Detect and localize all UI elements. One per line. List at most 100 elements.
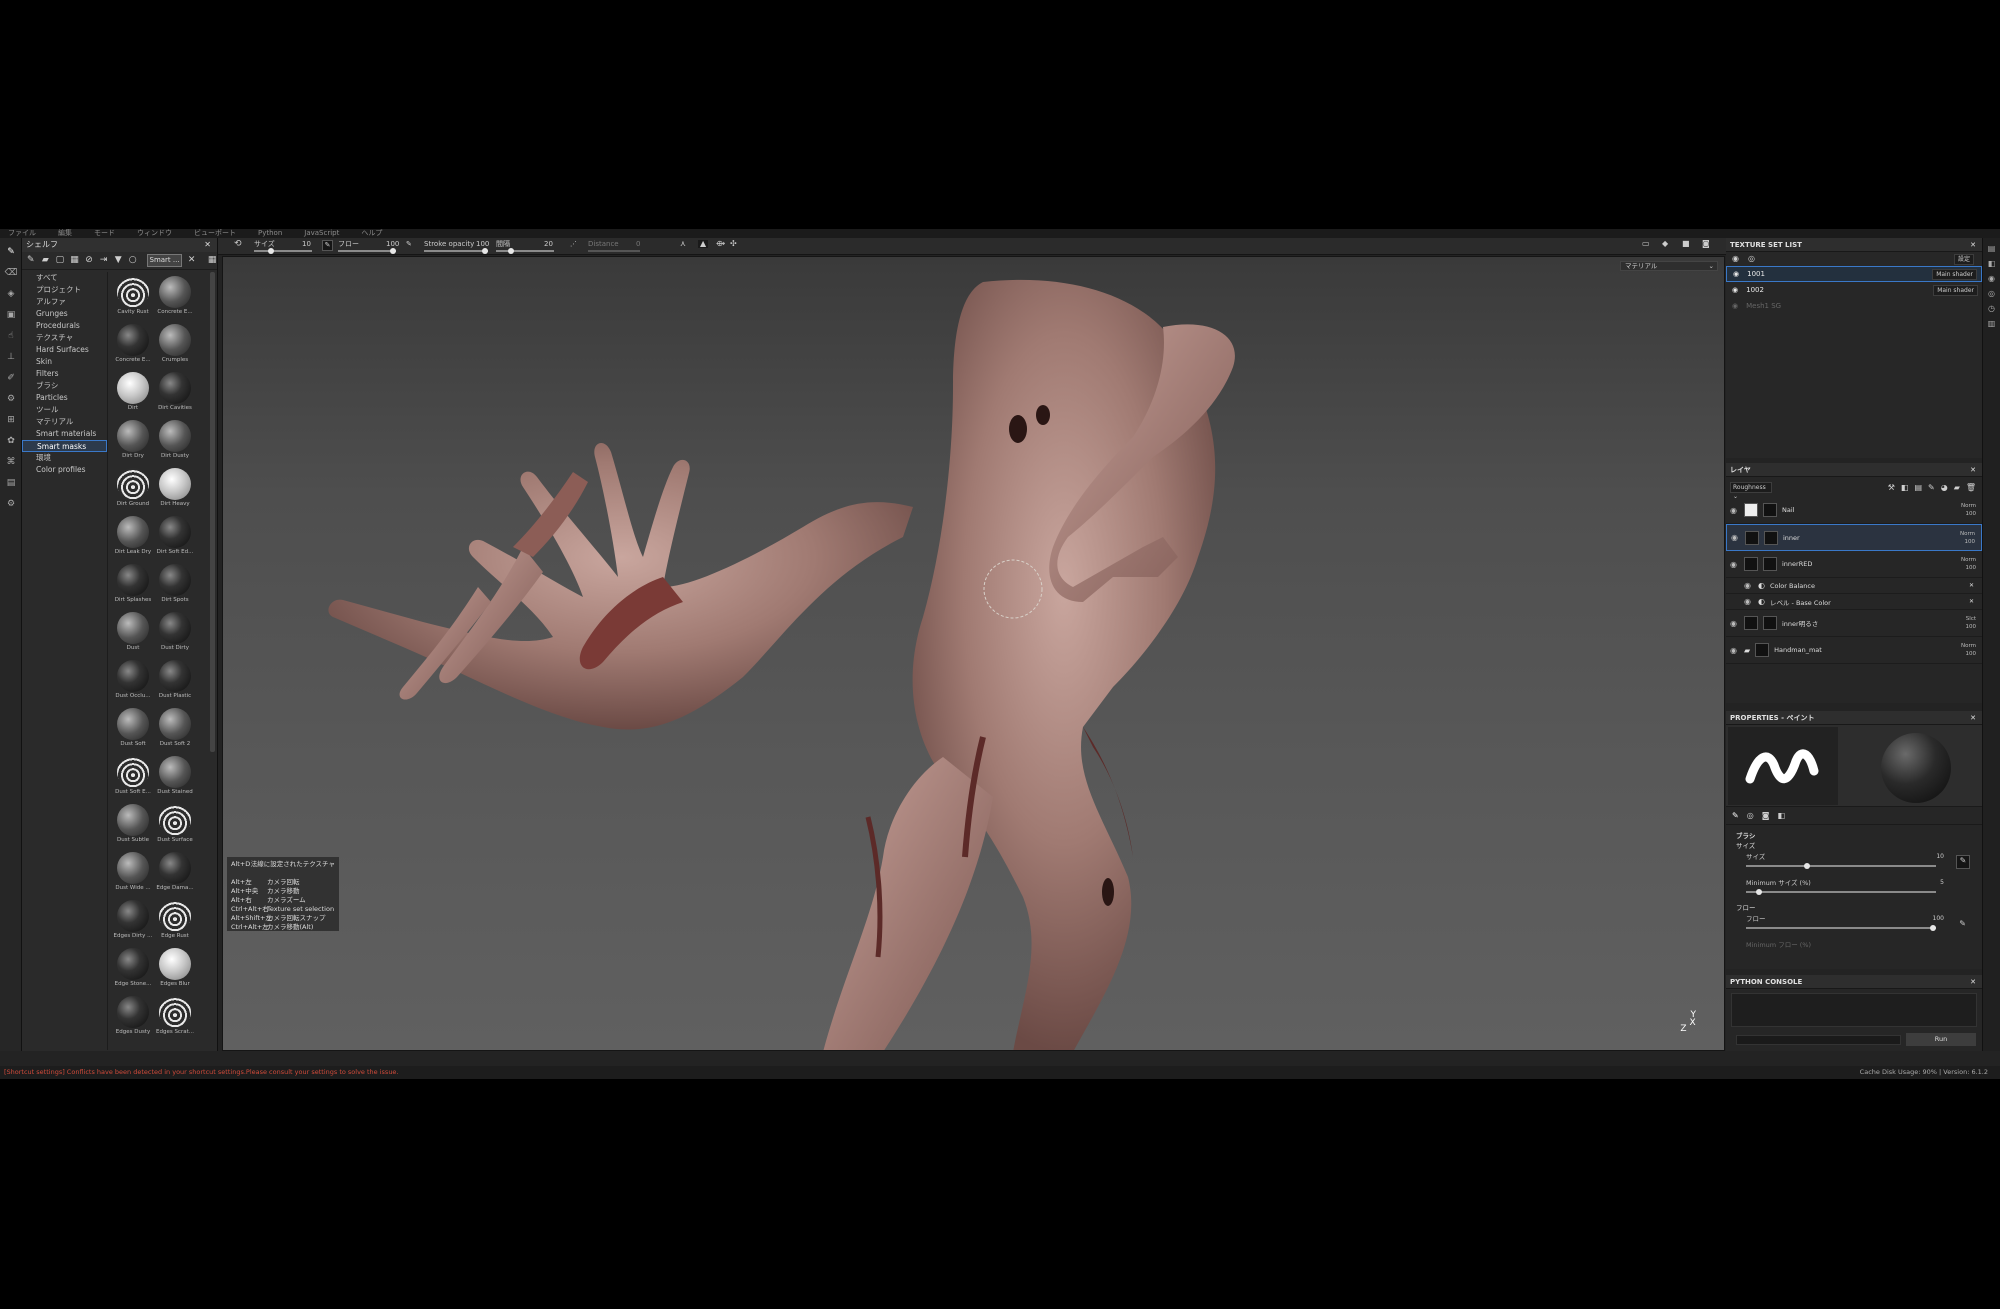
color-picker-icon[interactable]: ✐ — [4, 371, 18, 385]
eye-icon[interactable]: ◉ — [1732, 254, 1739, 263]
python-input[interactable] — [1736, 1035, 1901, 1045]
shelf-asset[interactable]: Concrete E... — [154, 276, 196, 323]
shelf-asset[interactable]: Edge Stone... — [112, 948, 154, 995]
shelf-asset[interactable]: Dirt Splashes — [112, 564, 154, 611]
eraser-icon[interactable]: ⌫ — [4, 266, 18, 280]
layers-icon[interactable]: ◧ — [1983, 259, 2000, 268]
layer-opacity[interactable]: 100 — [1960, 538, 1976, 546]
python-icon[interactable]: ⌘ — [4, 455, 18, 469]
tab-brush-icon[interactable]: ✎ — [1732, 811, 1739, 820]
effect-row[interactable]: ◉ ◐ Color Balance ✕ — [1726, 578, 1982, 594]
menu-mode[interactable]: モード — [94, 229, 115, 238]
stroke-opacity-value[interactable]: 100 — [476, 240, 489, 248]
eye-icon[interactable]: ◉ — [1731, 533, 1740, 542]
run-button[interactable]: Run — [1906, 1033, 1976, 1046]
category-item[interactable]: マテリアル — [22, 416, 107, 428]
shelf-asset[interactable]: Dirt Dry — [112, 420, 154, 467]
layer-blend[interactable]: Norm 100 — [1961, 642, 1982, 658]
shelf-asset[interactable]: Crumples — [154, 324, 196, 371]
close-icon[interactable]: ✕ — [204, 238, 211, 252]
category-item[interactable]: Particles — [22, 392, 107, 404]
paint-brush-icon[interactable]: ✎ — [4, 245, 18, 259]
shelf-asset[interactable]: Dust Occlu... — [112, 660, 154, 707]
shelf-asset[interactable]: Dust Stained — [154, 756, 196, 803]
shelf-asset[interactable]: Cavity Rust — [112, 276, 154, 323]
log-icon[interactable]: ▥ — [1983, 319, 2000, 328]
add-folder-icon[interactable]: ▰ — [1954, 483, 1960, 492]
paint-symmetry-icon[interactable]: ⟴ — [716, 240, 725, 248]
brush-size-knob[interactable] — [1804, 863, 1810, 869]
min-size-slider[interactable] — [1746, 889, 1936, 895]
smudge-icon[interactable]: ☝ — [4, 329, 18, 343]
spacing-slider-knob[interactable] — [508, 248, 514, 254]
tab-alpha-icon[interactable]: ◎ — [1747, 811, 1754, 820]
category-item[interactable]: プロジェクト — [22, 284, 107, 296]
cross-icon[interactable]: ✣ — [730, 240, 737, 248]
shelf-asset[interactable]: Dirt Cavities — [154, 372, 196, 419]
size-value[interactable]: 10 — [302, 240, 311, 248]
category-item[interactable]: すべて — [22, 272, 107, 284]
prop-flow-knob[interactable] — [1930, 925, 1936, 931]
3d-viewport[interactable]: マテリアル ⌄ Alt+D 法線に設定されたテクスチャ Alt+左 カメラ回転 … — [222, 256, 1725, 1051]
add-fill-icon[interactable]: ▤ — [1914, 483, 1922, 492]
flow-pressure-icon[interactable]: ✎ — [406, 240, 412, 248]
category-item[interactable]: ブラシ — [22, 380, 107, 392]
category-item[interactable]: 環境 — [22, 452, 107, 464]
category-item[interactable]: Smart materials — [22, 428, 107, 440]
eye-icon[interactable]: ◉ — [1730, 619, 1739, 628]
gear-icon[interactable]: ⚙ — [4, 497, 18, 511]
spacing-value[interactable]: 20 — [544, 240, 553, 248]
flow-slider[interactable] — [338, 248, 396, 254]
status-message[interactable]: [Shortcut settings] Conflicts have been … — [4, 1068, 399, 1076]
category-item[interactable]: Color profiles — [22, 464, 107, 476]
lazy-mouse-toggle-icon[interactable]: ⋰ — [570, 240, 577, 248]
eye-icon[interactable]: ◉ — [1730, 646, 1739, 655]
close-icon[interactable]: ✕ — [1969, 598, 1974, 605]
shelf-asset[interactable]: Edges Blur — [154, 948, 196, 995]
shelf-asset[interactable]: Concrete E... — [112, 324, 154, 371]
list-icon[interactable]: ▦ — [70, 255, 80, 266]
min-size-value[interactable]: 5 — [1940, 879, 1944, 886]
screenshot-icon[interactable]: ◙ — [1702, 240, 1710, 248]
new-item-icon[interactable]: ▢ — [55, 255, 65, 266]
shelf-asset[interactable]: Dust Dirty — [154, 612, 196, 659]
settings-dropdown[interactable]: 設定 — [1953, 254, 1974, 265]
add-paint-icon[interactable]: ✎ — [1928, 483, 1935, 492]
category-item[interactable]: アルファ — [22, 296, 107, 308]
delete-icon[interactable]: 🗑 — [1966, 483, 1976, 492]
blend-mode[interactable]: Norm — [1961, 556, 1976, 564]
distance-value[interactable]: 0 — [636, 240, 640, 248]
export-icon[interactable]: ⇥ — [99, 255, 109, 266]
shelf-asset[interactable]: Edges Scrat... — [154, 996, 196, 1043]
shelf-asset[interactable]: Dirt Soft Ed... — [154, 516, 196, 563]
close-icon[interactable]: ✕ — [1970, 238, 1976, 251]
shelf-asset[interactable]: Dirt Spots — [154, 564, 196, 611]
shelf-asset[interactable]: Dust Plastic — [154, 660, 196, 707]
menu-edit[interactable]: 編集 — [58, 229, 72, 238]
brush-size-slider[interactable] — [1746, 863, 1936, 869]
blend-mode[interactable]: Norm — [1960, 530, 1975, 538]
eye-icon[interactable]: ◉ — [1730, 560, 1739, 569]
grid-view-icon[interactable]: ▦ — [207, 255, 217, 266]
layer-blend[interactable]: Norm 100 — [1961, 502, 1982, 518]
add-smart-icon[interactable]: ◕ — [1941, 483, 1948, 492]
lazy-mouse-icon[interactable]: ⟲ — [234, 240, 242, 249]
shelf-asset[interactable]: Dirt Ground — [112, 468, 154, 515]
layer-row[interactable]: ◉ Nail Norm 100 — [1726, 497, 1982, 524]
shelf-asset[interactable]: Dust Soft 2 — [154, 708, 196, 755]
tab-stencil-icon[interactable]: ◙ — [1762, 811, 1770, 820]
menu-python[interactable]: Python — [258, 229, 282, 238]
category-item[interactable]: Smart masks — [22, 440, 107, 452]
flow-slider-knob[interactable] — [390, 248, 396, 254]
python-output[interactable] — [1731, 993, 1977, 1027]
settings-icon[interactable]: ✿ — [4, 434, 18, 448]
eye-icon[interactable]: ◉ — [1732, 299, 1738, 313]
shelf-asset[interactable]: Dust Surface — [154, 804, 196, 851]
menu-viewport[interactable]: ビューポート — [194, 229, 236, 238]
shelf-asset[interactable]: Dust — [112, 612, 154, 659]
eye-icon[interactable]: ◉ — [1732, 283, 1738, 297]
close-icon[interactable]: ✕ — [1969, 582, 1974, 589]
shelf-asset[interactable]: Edges Dusty — [112, 996, 154, 1043]
circle-icon[interactable]: ○ — [128, 255, 138, 266]
pen-pressure-icon[interactable]: ✎ — [322, 240, 333, 251]
